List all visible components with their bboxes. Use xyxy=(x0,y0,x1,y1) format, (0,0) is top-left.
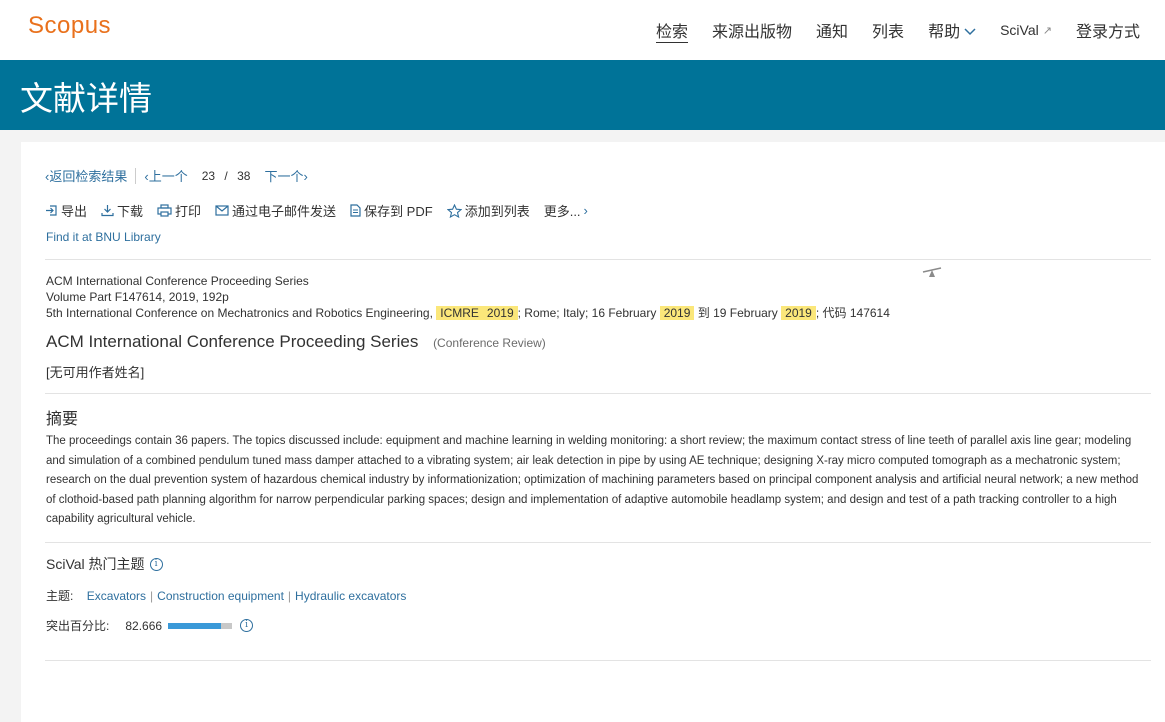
source-volume: Volume Part F147614, 2019, 192p xyxy=(46,290,229,304)
more-label: 更多... xyxy=(543,204,581,219)
external-link-icon: ↗ xyxy=(1042,24,1052,37)
star-icon xyxy=(446,203,462,218)
nav-divider xyxy=(135,167,137,184)
more-button[interactable]: 更多... › xyxy=(544,201,588,220)
nav-search[interactable]: 检索 xyxy=(656,18,688,42)
nav-scival-label: SciVal xyxy=(1000,22,1039,38)
previous-label: 上一个 xyxy=(148,169,188,184)
document-actions: 导出 下载 打印 通过电子邮件发送 保存到 PDF 添加到列表 更多... › xyxy=(45,201,602,220)
conference-info: 5th International Conference on Mechatro… xyxy=(46,305,890,321)
conference-end-date: 到 19 February xyxy=(697,306,778,320)
download-icon xyxy=(101,205,114,217)
counter-separator: / xyxy=(224,168,228,183)
nav-login[interactable]: 登录方式 xyxy=(1076,18,1140,42)
balance-scale-icon[interactable] xyxy=(921,266,943,280)
result-counter: 23 / 38 xyxy=(202,169,251,183)
document-title-text: ACM International Conference Proceeding … xyxy=(46,332,419,351)
print-icon xyxy=(157,204,172,217)
save-pdf-label: 保存到 PDF xyxy=(364,204,433,219)
library-link[interactable]: Find it at BNU Library xyxy=(46,230,161,244)
document-title: ACM International Conference Proceeding … xyxy=(46,332,546,352)
back-to-results-link[interactable]: ‹返回检索结果 xyxy=(45,166,127,185)
prominence-value: 82.666 xyxy=(125,618,163,633)
source-title[interactable]: ACM International Conference Proceeding … xyxy=(46,273,890,289)
nav-scival[interactable]: SciVal ↗ xyxy=(1000,18,1052,42)
page-title: 文献详情 xyxy=(20,80,152,117)
topic-separator: | xyxy=(150,589,154,603)
nav-help-label: 帮助 xyxy=(928,24,961,41)
info-icon[interactable]: i xyxy=(240,619,254,632)
total-count: 38 xyxy=(237,168,251,183)
document-type: (Conference Review) xyxy=(433,336,546,350)
nav-help[interactable]: 帮助 xyxy=(928,18,976,42)
highlight-year: 2019 xyxy=(482,306,518,320)
topic-link[interactable]: Construction equipment xyxy=(157,589,284,603)
email-icon xyxy=(215,205,229,216)
chevron-right-icon: › xyxy=(303,169,308,184)
section-divider xyxy=(45,660,1151,661)
results-navigation: ‹返回检索结果 ‹上一个 23 / 38 下一个› xyxy=(45,166,308,185)
download-button[interactable]: 下载 xyxy=(101,201,143,220)
conference-location: ; Rome; Italy; 16 February xyxy=(517,306,657,320)
export-icon xyxy=(46,205,57,216)
abstract-heading: 摘要 xyxy=(46,411,79,428)
back-label: 返回检索结果 xyxy=(49,169,128,184)
prominence-label: 突出百分比: xyxy=(46,619,110,633)
prominence-bar xyxy=(168,622,233,629)
topics-row: 主题: Excavators | Construction equipment | Hy… xyxy=(46,587,406,604)
topics-label: 主题: xyxy=(46,589,74,603)
nav-lists[interactable]: 列表 xyxy=(872,18,904,42)
email-button[interactable]: 通过电子邮件发送 xyxy=(215,201,336,220)
export-button[interactable]: 导出 xyxy=(45,201,87,220)
chevron-down-icon xyxy=(964,27,976,35)
highlight-acronym: ICMRE xyxy=(436,306,483,320)
prominence-bar-fill xyxy=(168,622,222,629)
conference-code: ; 代码 147614 xyxy=(815,306,890,320)
download-label: 下载 xyxy=(117,204,144,219)
highlight-year: 2019 xyxy=(659,306,695,320)
add-to-list-label: 添加到列表 xyxy=(464,204,530,219)
current-index: 23 xyxy=(201,168,216,183)
top-header: Scopus 检索 来源出版物 通知 列表 帮助 SciVal ↗ 登录方式 xyxy=(0,0,1165,60)
topic-link[interactable]: Hydraulic excavators xyxy=(295,589,406,603)
section-divider xyxy=(45,542,1151,543)
abstract-text: The proceedings contain 36 papers. The t… xyxy=(46,435,1139,525)
email-label: 通过电子邮件发送 xyxy=(232,204,337,219)
authors: [无可用作者姓名] xyxy=(46,365,145,380)
next-link[interactable]: 下一个› xyxy=(264,166,307,185)
topic-separator: | xyxy=(287,589,292,603)
section-divider xyxy=(45,259,1151,260)
print-label: 打印 xyxy=(175,204,202,219)
add-to-list-button[interactable]: 添加到列表 xyxy=(446,201,530,220)
info-icon[interactable]: i xyxy=(149,557,163,571)
previous-link[interactable]: ‹上一个 xyxy=(144,166,187,185)
topic-link[interactable]: Excavators xyxy=(87,589,146,603)
scopus-logo[interactable]: Scopus xyxy=(28,12,111,40)
scival-heading-text: SciVal 热门主题 xyxy=(46,556,145,572)
top-nav: 检索 来源出版物 通知 列表 帮助 SciVal ↗ 登录方式 xyxy=(656,18,1164,42)
pdf-icon xyxy=(350,204,361,217)
nav-sources[interactable]: 来源出版物 xyxy=(712,18,792,42)
next-label: 下一个 xyxy=(264,169,304,184)
nav-alerts[interactable]: 通知 xyxy=(816,18,848,42)
conference-name: 5th International Conference on Mechatro… xyxy=(46,306,433,320)
chevron-right-icon: › xyxy=(583,203,588,218)
print-button[interactable]: 打印 xyxy=(157,201,201,220)
export-label: 导出 xyxy=(61,204,88,219)
document-panel: ‹返回检索结果 ‹上一个 23 / 38 下一个› 导出 下载 打印 通过电子邮… xyxy=(21,142,1165,722)
section-divider xyxy=(45,393,1151,394)
prominence-row: 突出百分比: 82.666 i xyxy=(46,617,254,634)
save-pdf-button[interactable]: 保存到 PDF xyxy=(350,201,433,220)
highlight-year: 2019 xyxy=(781,306,816,320)
source-info: ACM International Conference Proceeding … xyxy=(46,273,890,321)
scival-topics-heading: SciVal 热门主题 i xyxy=(46,554,163,574)
page-banner: 文献详情 xyxy=(0,60,1165,130)
